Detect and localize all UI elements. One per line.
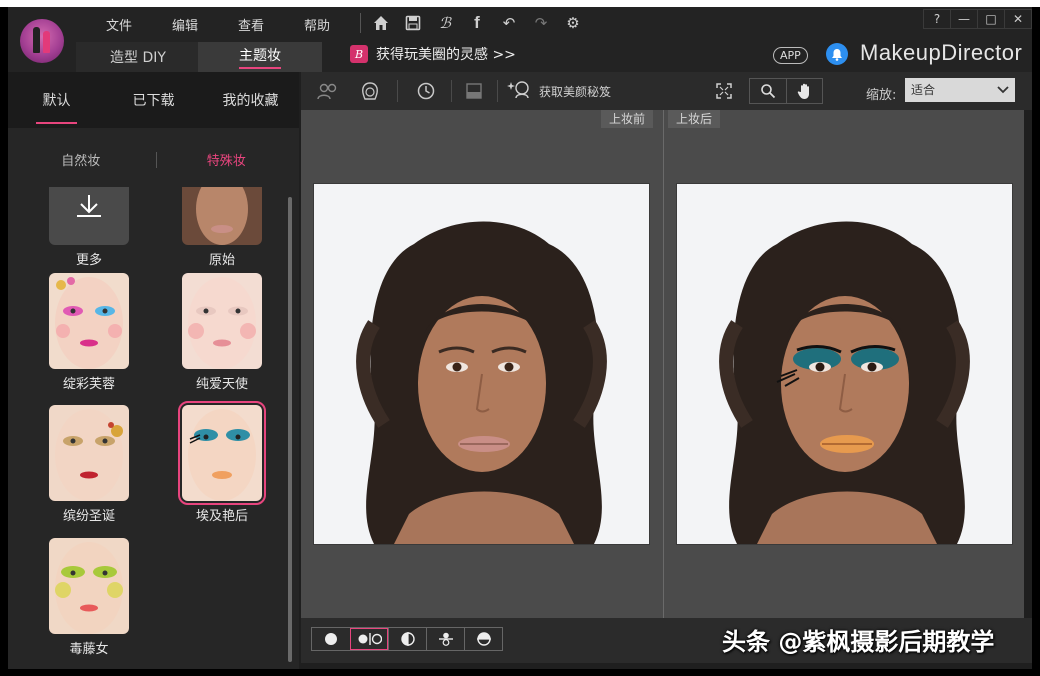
menu-edit[interactable]: 编辑	[152, 15, 218, 34]
editor-toolbar: 获取美颜秘笈 缩放: 适合	[301, 72, 1032, 110]
title-bar: 文件 编辑 查看 帮助 ℬ f ↶ ↷ ⚙ ? — □ ✕ 造型 DIY 主题妆…	[8, 7, 1032, 72]
list-item[interactable]: 更多	[49, 187, 131, 268]
brand-name: MakeupDirector	[860, 40, 1023, 65]
watermark-text: 头条 @紫枫摄影后期教学	[722, 628, 995, 656]
panel-scrollbar[interactable]	[288, 197, 292, 662]
beauty-tips-button[interactable]: 获取美颜秘笈	[507, 79, 611, 103]
after-label: 上妆后	[668, 110, 721, 128]
hand-pan-icon[interactable]	[786, 79, 822, 103]
compare-divider[interactable]	[663, 110, 664, 618]
panel-subtabs: 默认 已下载 我的收藏	[8, 72, 299, 128]
face-thumbnail	[182, 273, 262, 369]
view-tool-group	[749, 78, 823, 104]
save-icon[interactable]	[401, 12, 425, 34]
face-thumbnail-selected	[178, 401, 266, 505]
facebook-icon[interactable]: f	[465, 12, 489, 34]
maximize-button[interactable]: □	[977, 9, 1005, 29]
single-view-icon[interactable]	[312, 628, 350, 650]
split-vertical-icon[interactable]	[388, 628, 426, 650]
category-special[interactable]: 特殊妆	[154, 150, 300, 169]
face-thumbnail	[182, 187, 262, 245]
item-label: 绽彩芙蓉	[62, 377, 115, 392]
theme-grid: 更多 原始 绽彩芙蓉 纯爱天使 缤纷圣诞 埃及艳后 毒藤女	[8, 187, 288, 662]
tab-theme-makeup[interactable]: 主题妆	[198, 42, 322, 72]
side-by-side-icon[interactable]	[350, 628, 388, 650]
hair-icon[interactable]	[357, 79, 383, 103]
fullscreen-icon[interactable]	[711, 79, 737, 103]
category-natural[interactable]: 自然妆	[8, 150, 154, 169]
tab-diy[interactable]: 造型 DIY	[76, 42, 200, 72]
split-horizontal-alt-icon[interactable]	[464, 628, 502, 650]
promo-text: 获得玩美圈的灵感 >>	[376, 47, 516, 63]
item-label: 纯爱天使	[195, 377, 248, 392]
undo-icon[interactable]: ↶	[497, 12, 521, 34]
menu-view[interactable]: 查看	[218, 15, 284, 34]
compare-mode-group	[311, 627, 503, 651]
zoom-label: 缩放:	[866, 88, 897, 103]
face-thumbnail	[49, 273, 129, 369]
history-icon[interactable]	[413, 79, 439, 103]
compare-layer-icon[interactable]	[461, 79, 487, 103]
top-border	[0, 0, 1040, 7]
item-label: 缤纷圣诞	[62, 509, 115, 524]
before-photo	[314, 184, 649, 544]
quick-toolbar: ℬ f ↶ ↷ ⚙	[360, 12, 593, 34]
menu-file[interactable]: 文件	[86, 15, 152, 34]
brand-badge-icon: B	[350, 45, 368, 63]
more-thumbnail	[49, 187, 129, 245]
item-label: 更多	[75, 253, 102, 268]
chevron-down-icon	[997, 78, 1009, 110]
list-item[interactable]: 纯爱天使	[182, 273, 264, 392]
preview-viewport[interactable]: 上妆前 上妆后	[301, 110, 1024, 618]
magic-face-icon	[507, 79, 533, 103]
app-button[interactable]: APP	[773, 47, 808, 64]
before-label: 上妆前	[601, 110, 654, 128]
list-item[interactable]: 绽彩芙蓉	[49, 273, 131, 392]
subtab-downloaded[interactable]: 已下载	[105, 72, 202, 128]
list-item[interactable]: 缤纷圣诞	[49, 405, 131, 524]
app-window: 文件 编辑 查看 帮助 ℬ f ↶ ↷ ⚙ ? — □ ✕ 造型 DIY 主题妆…	[8, 7, 1032, 669]
subtab-default[interactable]: 默认	[8, 72, 105, 128]
item-label: 原始	[208, 253, 235, 268]
after-photo	[677, 184, 1012, 544]
face-thumbnail	[49, 405, 129, 501]
download-icon	[77, 195, 101, 217]
category-divider	[156, 152, 157, 168]
subtab-favorites[interactable]: 我的收藏	[202, 72, 299, 128]
settings-icon[interactable]: ⚙	[561, 12, 585, 34]
home-icon[interactable]	[369, 12, 393, 34]
zoom-value: 适合	[911, 83, 936, 97]
mode-tabs: 造型 DIY 主题妆	[76, 42, 322, 72]
help-button[interactable]: ?	[923, 9, 951, 29]
beauty-tips-label: 获取美颜秘笈	[539, 84, 612, 99]
app-logo	[20, 19, 64, 63]
notification-bell-icon[interactable]	[826, 43, 848, 65]
category-switch: 自然妆 特殊妆	[8, 150, 299, 169]
scrollbar-thumb[interactable]	[288, 197, 292, 662]
split-horizontal-icon[interactable]	[426, 628, 464, 650]
brand-b-icon[interactable]: ℬ	[433, 12, 457, 34]
list-item[interactable]: 埃及艳后	[178, 401, 266, 524]
minimize-button[interactable]: —	[950, 9, 978, 29]
promo-link[interactable]: B 获得玩美圈的灵感 >>	[350, 44, 516, 64]
close-button[interactable]: ✕	[1004, 9, 1032, 29]
list-item[interactable]: 毒藤女	[49, 538, 131, 657]
face-thumbnail	[49, 538, 129, 634]
list-item[interactable]: 原始	[182, 187, 264, 268]
menu-bar: 文件 编辑 查看 帮助	[86, 15, 350, 34]
redo-icon[interactable]: ↷	[529, 12, 553, 34]
zoom-select[interactable]: 适合	[905, 78, 1015, 102]
magnifier-icon[interactable]	[750, 79, 786, 103]
face-detect-icon[interactable]	[315, 79, 341, 103]
window-controls: ? — □ ✕	[923, 9, 1032, 29]
menu-help[interactable]: 帮助	[284, 15, 350, 34]
theme-panel: 默认 已下载 我的收藏 自然妆 特殊妆 更多 原始 绽彩芙蓉 纯爱天使 缤纷圣诞…	[8, 72, 299, 669]
item-label: 毒藤女	[69, 642, 109, 657]
item-label: 埃及艳后	[195, 509, 248, 524]
